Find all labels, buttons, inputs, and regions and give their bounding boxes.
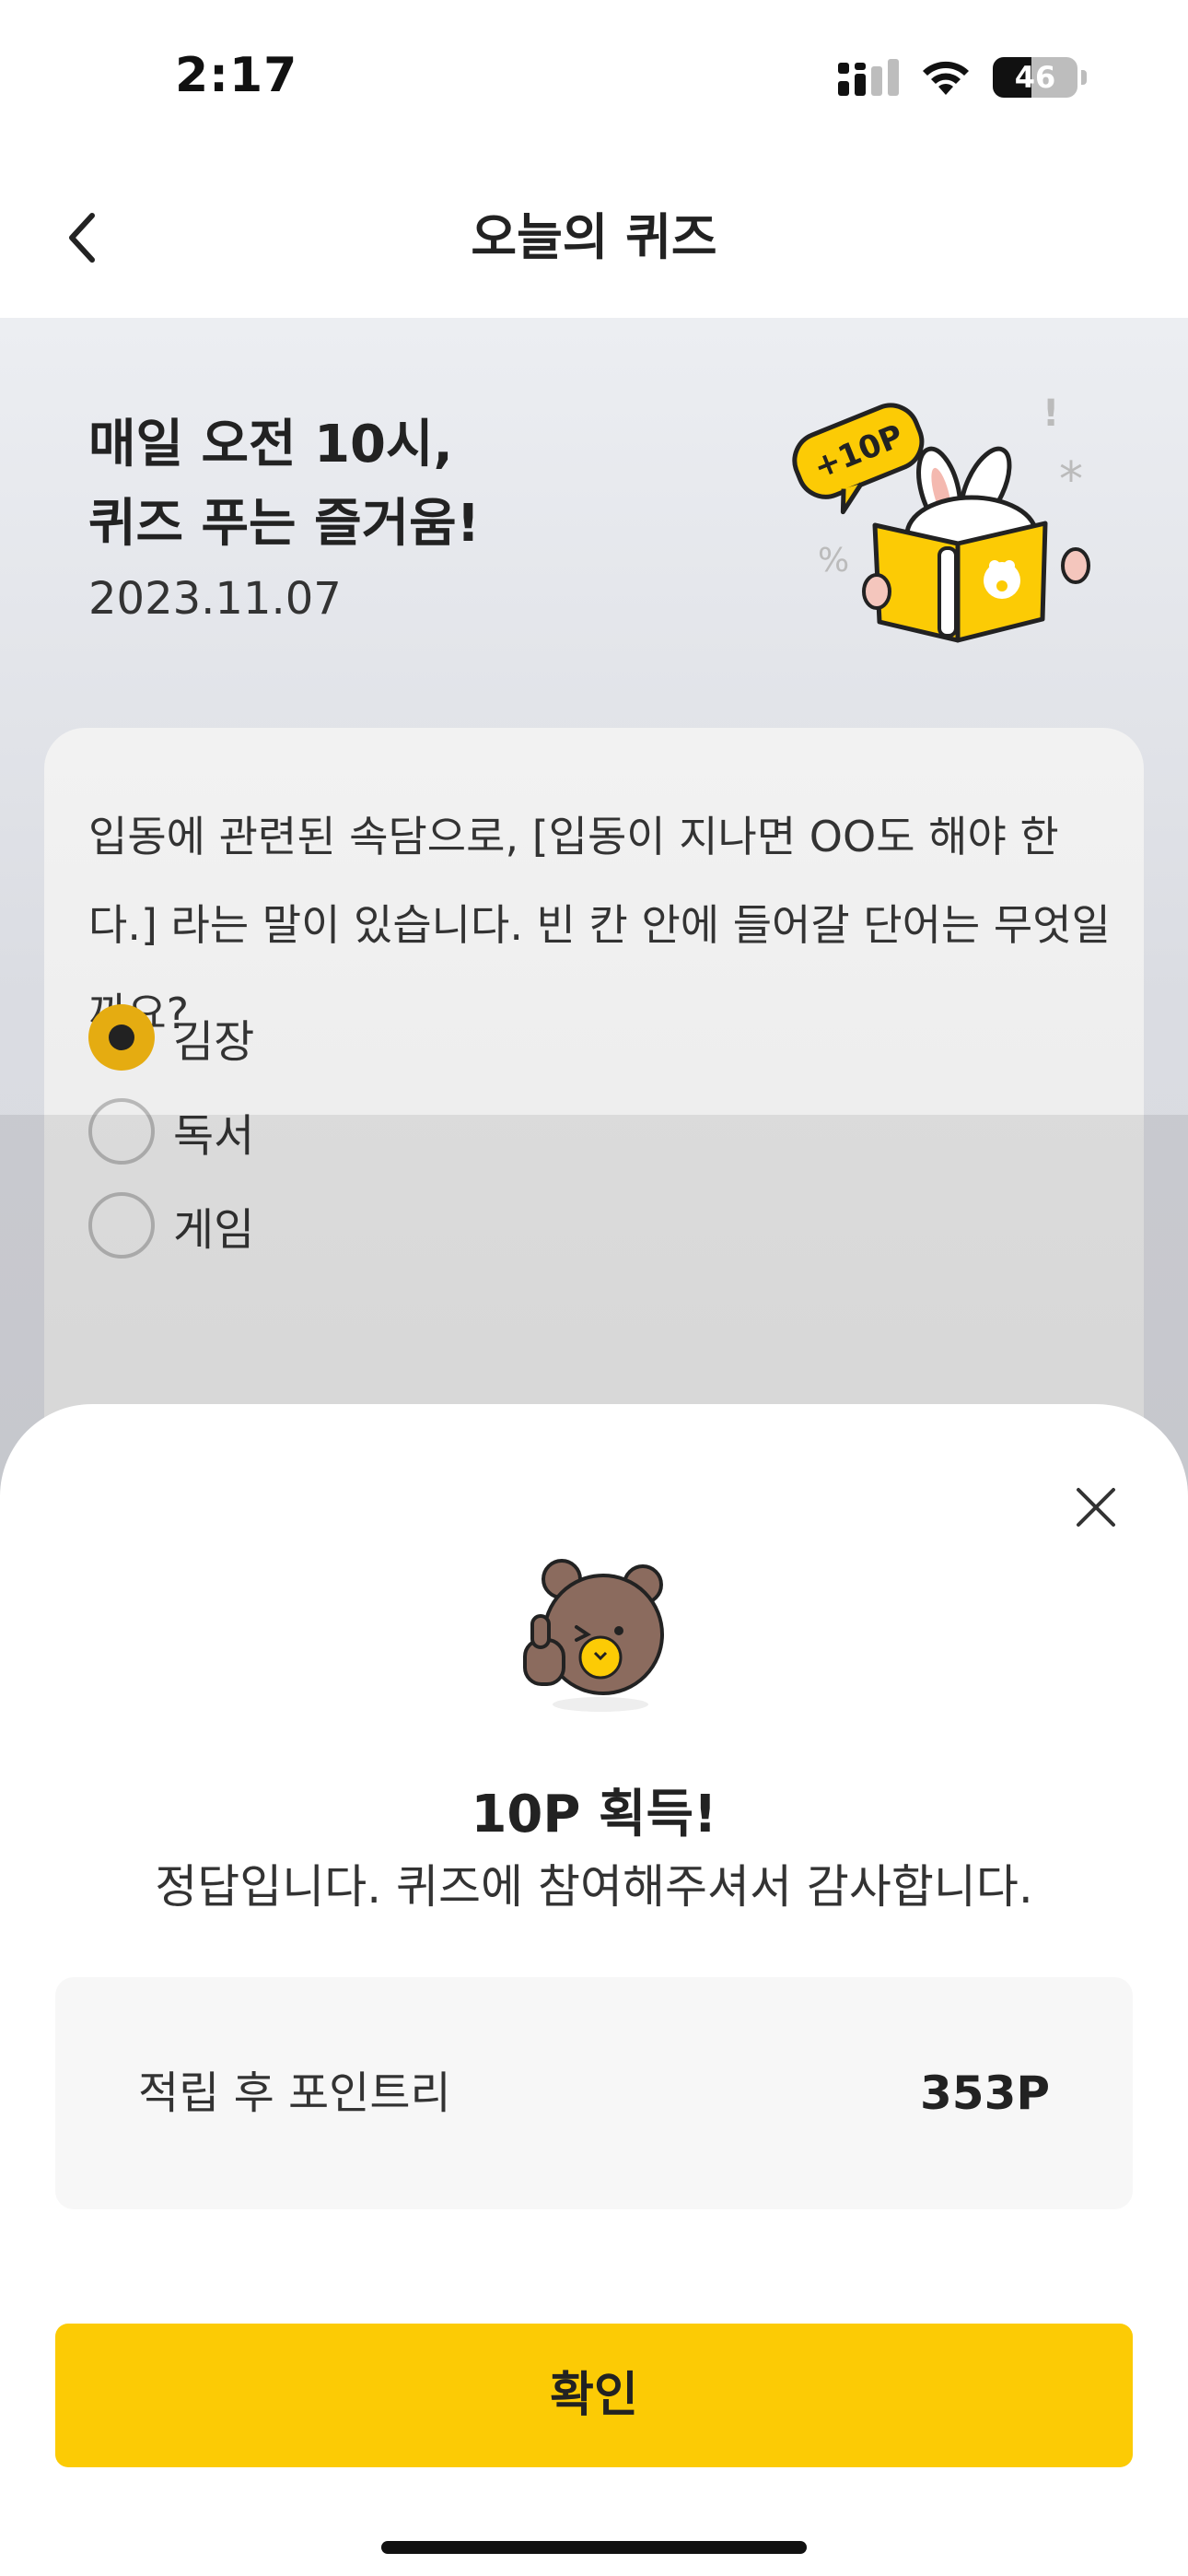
status-icons: 46 (838, 57, 1087, 98)
signal-icon (838, 59, 899, 96)
battery-level: 46 (1014, 60, 1056, 95)
points-summary: 적립 후 포인트리 353P (55, 1977, 1133, 2209)
battery-tip (1081, 70, 1087, 85)
svg-text:%: % (818, 542, 849, 580)
wifi-icon (923, 61, 969, 95)
option-gimjang[interactable]: 김장 (88, 1004, 254, 1071)
svg-text:*: * (1059, 452, 1083, 508)
result-bottom-sheet: 10P 획득! 정답입니다. 퀴즈에 참여해주셔서 감사합니다. 적립 후 포인… (0, 1404, 1188, 2576)
reward-message: 정답입니다. 퀴즈에 참여해주셔서 감사합니다. (155, 1860, 1033, 1914)
hero-date: 2023.11.07 (88, 573, 342, 625)
close-icon (1077, 1488, 1115, 1527)
close-button[interactable] (1059, 1470, 1133, 1544)
reward-title: 10P 획득! (471, 1785, 717, 1844)
status-time: 2:17 (175, 48, 298, 103)
bear-thumbs-up-icon (523, 1559, 664, 1712)
page-title: 오늘의 퀴즈 (471, 208, 717, 266)
hero-title: 매일 오전 10시, 퀴즈 푸는 즐거움! (88, 415, 481, 554)
radio-selected[interactable] (88, 1004, 155, 1071)
status-bar: 2:17 46 (0, 0, 1188, 157)
rabbit-reading-illustration: ! * % +10P (792, 392, 1090, 643)
points-label: 적립 후 포인트리 (138, 2067, 451, 2119)
battery-icon: 46 (993, 57, 1077, 98)
home-indicator[interactable] (381, 2541, 807, 2554)
svg-text:!: ! (1042, 392, 1059, 435)
option-label: 김장 (173, 1016, 255, 1068)
points-value: 353P (919, 2067, 1050, 2120)
nav-bar: 오늘의 퀴즈 (0, 157, 1188, 318)
confirm-button[interactable]: 확인 (55, 2324, 1133, 2467)
